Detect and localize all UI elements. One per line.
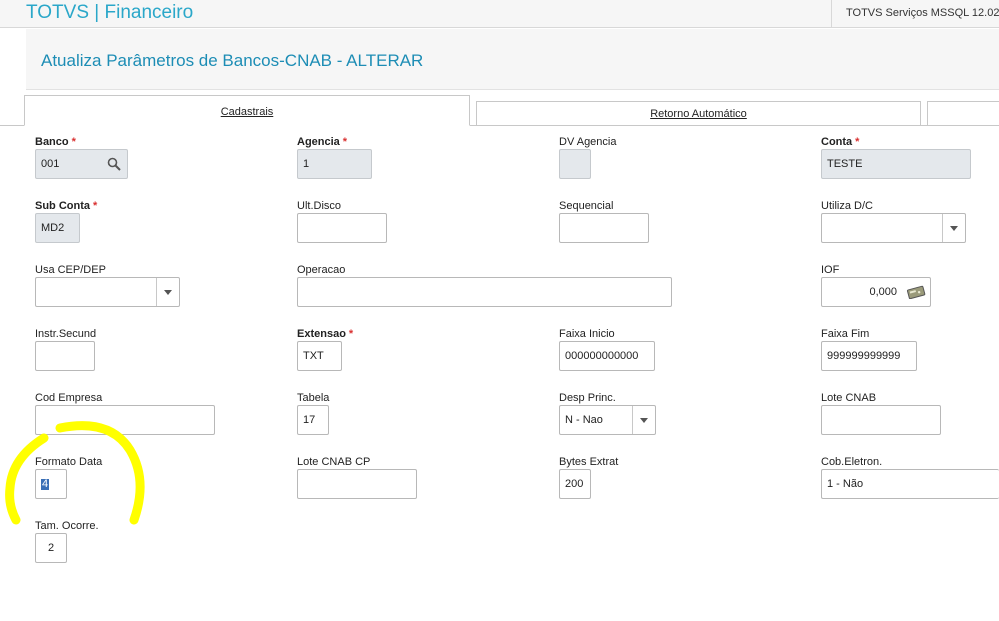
bytes-extrat-label: Bytes Extrat <box>559 456 619 468</box>
iof-value: 0,000 <box>869 286 897 298</box>
instr-secund-label: Instr.Secund <box>35 328 97 340</box>
sub-conta-field[interactable]: MD2 <box>35 213 80 243</box>
tabela-label: Tabela <box>297 392 330 404</box>
usa-cep-dep-select[interactable] <box>35 277 180 307</box>
tab-more[interactable] <box>927 101 999 126</box>
banco-field[interactable]: 001 <box>35 149 128 179</box>
dv-agencia-field[interactable] <box>559 149 591 179</box>
utiliza-dc-select[interactable] <box>821 213 966 243</box>
chevron-down-icon[interactable] <box>156 278 179 306</box>
cod-empresa-label: Cod Empresa <box>35 392 103 404</box>
top-bar: TOTVS | Financeiro TOTVS Serviços MSSQL … <box>0 0 999 28</box>
page-title: Atualiza Parâmetros de Bancos-CNAB - ALT… <box>41 51 424 70</box>
extensao-field[interactable]: TXT <box>297 341 342 371</box>
extensao-label: Extensao * <box>297 328 354 340</box>
tam-ocorre-field[interactable]: 2 <box>35 533 67 563</box>
tabela-field[interactable]: 17 <box>297 405 329 435</box>
banco-value: 001 <box>41 158 60 170</box>
iof-field[interactable]: 0,000 <box>821 277 931 307</box>
lote-cnab-cp-field[interactable] <box>297 469 417 499</box>
page-header: Atualiza Parâmetros de Bancos-CNAB - ALT… <box>26 29 999 90</box>
tab-label: Cadastrais <box>220 106 274 118</box>
desp-princ-label: Desp Princ. <box>559 392 616 404</box>
search-icon[interactable] <box>107 157 121 171</box>
conta-label: Conta * <box>821 136 860 148</box>
cod-empresa-field[interactable] <box>35 405 215 435</box>
tab-label: Retorno Automático <box>650 108 747 120</box>
agencia-field[interactable]: 1 <box>297 149 372 179</box>
iof-label: IOF <box>821 264 840 276</box>
highlight-annotation <box>5 421 145 525</box>
server-info: TOTVS Serviços MSSQL 12.025 <box>831 0 999 28</box>
tab-retorno-automatico[interactable]: Retorno Automático <box>476 101 921 126</box>
lote-cnab-field[interactable] <box>821 405 941 435</box>
faixa-inicio-label: Faixa Inicio <box>559 328 615 340</box>
tab-cadastrais[interactable]: Cadastrais <box>24 95 470 126</box>
lote-cnab-label: Lote CNAB <box>821 392 877 404</box>
dv-agencia-label: DV Agencia <box>559 136 617 148</box>
desp-princ-value: N - Nao <box>565 414 603 426</box>
operacao-label: Operacao <box>297 264 346 276</box>
app-title: TOTVS | Financeiro <box>26 2 194 23</box>
chevron-down-icon[interactable] <box>942 214 965 242</box>
formato-data-field[interactable]: 4 <box>35 469 67 499</box>
ult-disco-label: Ult.Disco <box>297 200 342 212</box>
tam-ocorre-label: Tam. Ocorre. <box>35 520 99 532</box>
instr-secund-field[interactable] <box>35 341 95 371</box>
ult-disco-field[interactable] <box>297 213 387 243</box>
cob-eletron-label: Cob.Eletron. <box>821 456 883 468</box>
agencia-label: Agencia * <box>297 136 348 148</box>
desp-princ-select[interactable]: N - Nao <box>559 405 656 435</box>
conta-field[interactable]: TESTE <box>821 149 971 179</box>
chevron-down-icon[interactable] <box>632 406 655 434</box>
sub-conta-label: Sub Conta * <box>35 200 98 212</box>
lote-cnab-cp-label: Lote CNAB CP <box>297 456 371 468</box>
bytes-extrat-field[interactable]: 200 <box>559 469 591 499</box>
cob-eletron-select[interactable]: 1 - Não <box>821 469 999 499</box>
sequencial-label: Sequencial <box>559 200 614 212</box>
usa-cep-dep-label: Usa CEP/DEP <box>35 264 106 276</box>
banco-label: Banco * <box>35 136 76 148</box>
formato-data-value: 4 <box>41 478 50 490</box>
operacao-field[interactable] <box>297 277 672 307</box>
formato-data-label: Formato Data <box>35 456 103 468</box>
calculator-icon[interactable] <box>906 285 926 299</box>
sequencial-field[interactable] <box>559 213 649 243</box>
faixa-fim-label: Faixa Fim <box>821 328 870 340</box>
faixa-inicio-field[interactable]: 000000000000 <box>559 341 655 371</box>
faixa-fim-field[interactable]: 999999999999 <box>821 341 917 371</box>
utiliza-dc-label: Utiliza D/C <box>821 200 873 212</box>
